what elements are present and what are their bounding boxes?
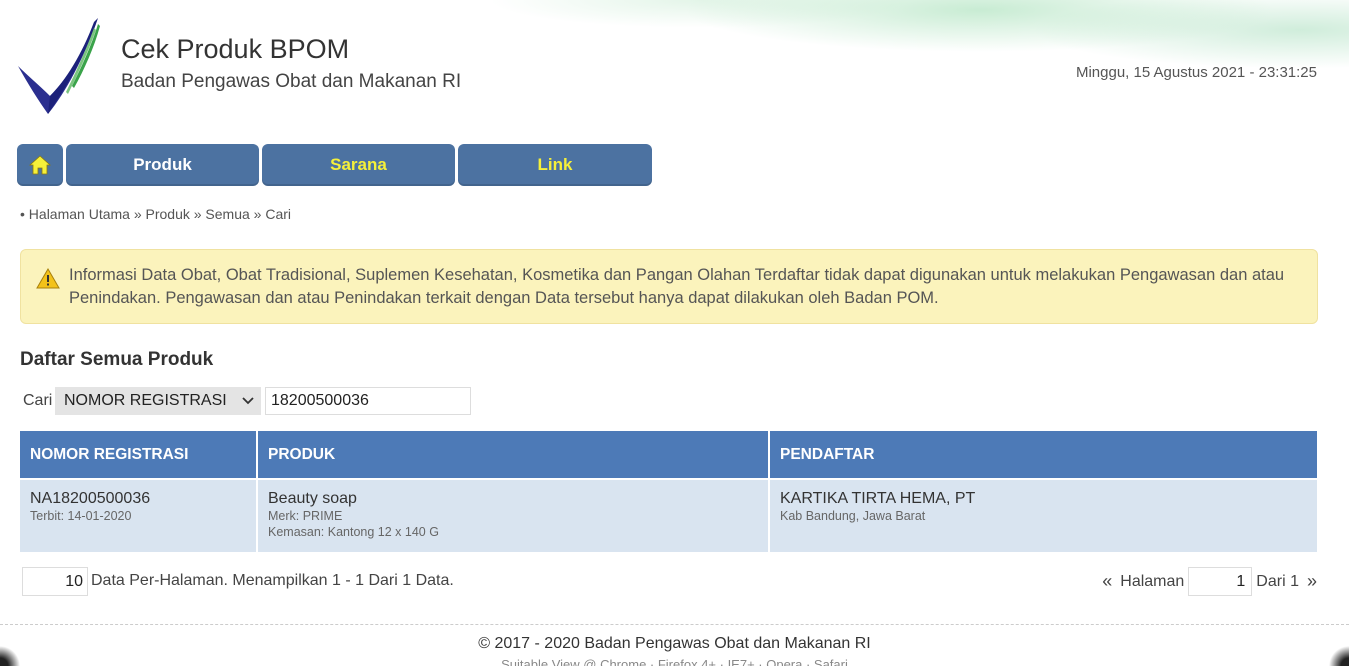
screen-corner-right: [1319, 646, 1349, 666]
product-kemasan: Kemasan: Kantong 12 x 140 G: [268, 525, 439, 539]
column-header-product[interactable]: PRODUK: [257, 431, 770, 479]
search-field-select[interactable]: NOMOR REGISTRASI: [55, 387, 261, 415]
pagination-summary: Data Per-Halaman. Menampilkan 1 - 1 Dari…: [91, 572, 454, 589]
product-name: Beauty soap: [268, 490, 357, 507]
nav-link[interactable]: Link: [458, 144, 652, 186]
search-label: Cari: [23, 392, 53, 409]
column-header-reg-no[interactable]: NOMOR REGISTRASI: [20, 431, 258, 479]
table-row[interactable]: NA18200500036 Terbit: 14-01-2020 Beauty …: [20, 478, 1317, 552]
reg-no-cell: NA18200500036 Terbit: 14-01-2020: [20, 478, 258, 552]
product-cell: Beauty soap Merk: PRIME Kemasan: Kantong…: [257, 478, 770, 552]
site-title: Cek Produk BPOM: [121, 34, 350, 64]
nav-produk[interactable]: Produk: [66, 144, 259, 186]
page-total: Dari 1: [1256, 572, 1299, 590]
breadcrumb: • Halaman Utama » Produk » Semua » Cari: [20, 206, 292, 222]
footer-divider: [0, 624, 1349, 625]
footer-copyright: © 2017 - 2020 Badan Pengawas Obat dan Ma…: [478, 635, 871, 652]
site-subtitle: Badan Pengawas Obat dan Makanan RI: [121, 71, 462, 92]
screen-corner-left: [0, 646, 30, 666]
warning-icon: [36, 268, 60, 289]
prev-page-button[interactable]: «: [1102, 571, 1112, 592]
terbit-date: Terbit: 14-01-2020: [30, 509, 132, 523]
warning-alert: Informasi Data Obat, Obat Tradisional, S…: [20, 249, 1318, 324]
search-field-value: NOMOR REGISTRASI: [64, 392, 227, 409]
results-table: NOMOR REGISTRASI PRODUK PENDAFTAR NA1820…: [20, 431, 1317, 552]
nav-home-button[interactable]: [17, 144, 63, 186]
per-page-input[interactable]: 10: [22, 567, 88, 596]
home-icon: [28, 155, 52, 175]
page-label: Halaman: [1120, 572, 1185, 590]
alert-text: Informasi Data Obat, Obat Tradisional, S…: [69, 266, 1285, 307]
column-header-registrant[interactable]: PENDAFTAR: [769, 431, 1317, 479]
section-title: Daftar Semua Produk: [20, 349, 214, 370]
search-input[interactable]: 18200500036: [265, 387, 471, 415]
nav-sarana[interactable]: Sarana: [262, 144, 455, 186]
product-merk: Merk: PRIME: [268, 509, 343, 523]
next-page-button[interactable]: »: [1307, 571, 1317, 592]
registrant-location: Kab Bandung, Jawa Barat: [780, 509, 926, 523]
registrant-cell: KARTIKA TIRTA HEMA, PT Kab Bandung, Jawa…: [769, 478, 1317, 552]
chevron-down-icon: [242, 397, 254, 405]
pagination: « Halaman 1 Dari 1 »: [1102, 567, 1317, 596]
table-header-row: NOMOR REGISTRASI PRODUK PENDAFTAR: [20, 431, 1317, 479]
bpom-logo: [18, 18, 100, 114]
site-header: Cek Produk BPOM Badan Pengawas Obat dan …: [0, 0, 1349, 130]
footer-compat: Suitable View @ Chrome · Firefox 4+ · IE…: [501, 657, 848, 666]
registrant-name: KARTIKA TIRTA HEMA, PT: [780, 490, 976, 507]
current-datetime: Minggu, 15 Agustus 2021 - 23:31:25: [1075, 64, 1317, 81]
reg-no[interactable]: NA18200500036: [30, 490, 246, 508]
page-number-input[interactable]: 1: [1188, 567, 1253, 596]
